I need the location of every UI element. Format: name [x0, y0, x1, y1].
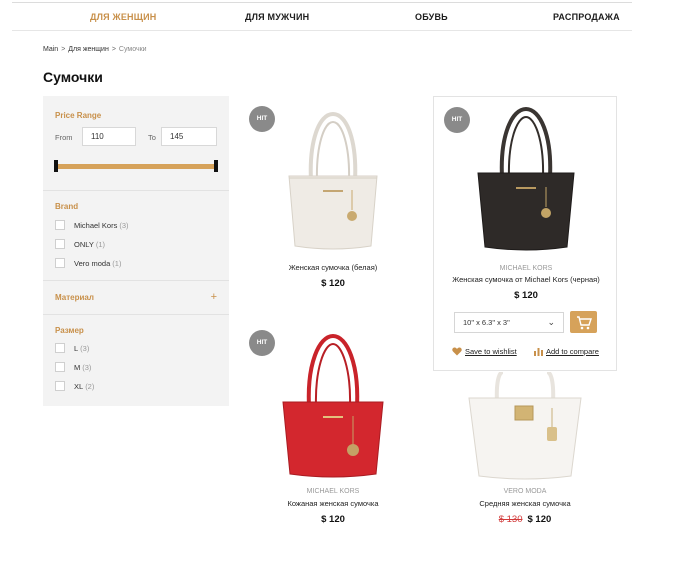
option-label: ONLY: [74, 240, 94, 249]
price-to-input[interactable]: 145: [161, 127, 217, 146]
plus-icon[interactable]: +: [211, 292, 217, 303]
product-price: $ 120: [514, 290, 538, 301]
size-select[interactable]: 10" x 6.3" x 3" ⌄: [454, 312, 564, 333]
product-card[interactable]: HIT Женская сумочка (белая) $ 120: [243, 96, 423, 296]
option-count: (3): [80, 344, 90, 353]
option-count: (2): [85, 382, 95, 391]
nav-item-shoes[interactable]: ОБУВЬ: [415, 12, 448, 22]
size-title: Размер: [55, 326, 84, 335]
breadcrumb-link-women[interactable]: Для женщин: [68, 46, 109, 53]
size-select-value: 10" x 6.3" x 3": [463, 318, 510, 327]
product-card[interactable]: HIT MICHAEL KORS Кожаная женская сумочка…: [243, 324, 423, 534]
price-range-title: Price Range: [55, 111, 102, 120]
option-label: L: [74, 344, 79, 353]
checkbox[interactable]: [55, 362, 65, 372]
product-brand: VERO MODA: [503, 488, 547, 495]
price-slider-max-handle[interactable]: [214, 160, 218, 172]
product-image[interactable]: [271, 332, 395, 478]
brand-filter: Brand Michael Kors (3) ONLY (1) Vero moda(…: [43, 191, 229, 281]
filter-sidebar: Price Range From 110 To 145 Brand Michae…: [43, 96, 229, 406]
breadcrumb-separator: >: [111, 46, 116, 53]
option-label: Michael Kors: [74, 221, 118, 230]
product-brand: MICHAEL KORS: [499, 265, 553, 272]
option-count: (1): [112, 259, 122, 268]
product-name[interactable]: Женская сумочка от Michael Kors (черная): [434, 275, 618, 284]
price-slider-min-handle[interactable]: [54, 160, 58, 172]
product-name[interactable]: Кожаная женская сумочка: [243, 499, 423, 508]
nav-item-women[interactable]: ДЛЯ ЖЕНЩИН: [90, 12, 156, 22]
material-filter[interactable]: Материал +: [43, 281, 229, 315]
price-from-input[interactable]: 110: [82, 127, 136, 146]
product-card[interactable]: HIT MICHAEL KORS Женская сумочка от Mich…: [433, 96, 617, 371]
add-to-cart-button[interactable]: [570, 311, 597, 333]
nav-item-men[interactable]: ДЛЯ МУЖЧИН: [245, 12, 309, 22]
save-to-wishlist-link[interactable]: Save to wishlist: [465, 347, 517, 356]
size-filter: Размер L (3) M (3) XL (2): [43, 315, 229, 406]
option-count: (3): [119, 221, 129, 230]
nav-item-sale[interactable]: РАСПРОДАЖА: [553, 12, 620, 22]
product-name[interactable]: Средняя женская сумочка: [433, 499, 617, 508]
chevron-down-icon: ⌄: [547, 317, 555, 327]
cart-icon: [577, 316, 592, 330]
product-old-price: $ 130: [498, 514, 523, 525]
compare-icon[interactable]: [534, 347, 543, 356]
product-price: $ 120: [527, 514, 552, 525]
breadcrumb-current: Сумочки: [118, 46, 147, 53]
price-slider-track[interactable]: [55, 164, 217, 169]
price-range-filter: Price Range From 110 To 145: [43, 96, 229, 191]
heart-icon[interactable]: [452, 347, 462, 356]
checkbox[interactable]: [55, 381, 65, 391]
product-brand: MICHAEL KORS: [306, 488, 360, 495]
option-label: M: [74, 363, 81, 372]
option-count: (3): [82, 363, 92, 372]
breadcrumb-separator: >: [61, 46, 66, 53]
product-image[interactable]: [463, 372, 587, 480]
add-to-compare-link[interactable]: Add to compare: [546, 347, 599, 356]
option-count: (1): [95, 240, 106, 249]
brand-title: Brand: [55, 202, 79, 211]
breadcrumb-link-main[interactable]: Main: [43, 46, 58, 53]
checkbox[interactable]: [55, 258, 65, 268]
option-label: XL: [74, 382, 84, 391]
checkbox[interactable]: [55, 220, 65, 230]
product-price: $ 120: [321, 278, 345, 289]
product-price: $ 120: [321, 514, 345, 525]
product-card[interactable]: VERO MODA Средняя женская сумочка $ 130 $…: [433, 372, 617, 534]
main-nav: ДЛЯ ЖЕНЩИН ДЛЯ МУЖЧИН ОБУВЬ РАСПРОДАЖА: [12, 3, 632, 31]
breadcrumb: Main > Для женщин > Сумочки: [43, 46, 147, 53]
product-image[interactable]: [464, 105, 588, 251]
page-title: Сумочки: [43, 69, 103, 85]
checkbox[interactable]: [55, 239, 65, 249]
product-price-group: $ 130 $ 120: [433, 514, 617, 525]
price-to-label: To: [148, 133, 156, 142]
option-label: Vero moda: [74, 259, 111, 268]
checkbox[interactable]: [55, 343, 65, 353]
product-image[interactable]: [271, 106, 395, 252]
product-name[interactable]: Женская сумочка (белая): [243, 263, 423, 272]
material-title: Материал: [55, 293, 94, 302]
price-from-label: From: [55, 133, 73, 142]
